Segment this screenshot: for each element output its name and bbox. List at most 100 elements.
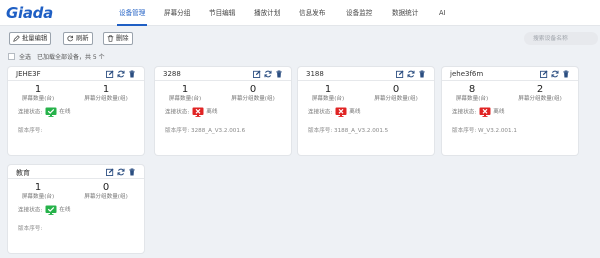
connection-status: 连接状态: 离线 (452, 107, 504, 117)
trash-icon[interactable] (128, 70, 136, 78)
giada-logo[interactable]: Giada (6, 4, 53, 22)
version-value: W_V3.2.001.1 (478, 128, 517, 134)
tab-device-management[interactable]: 设备管理 (116, 0, 148, 26)
version-label: 版本序号: (18, 226, 43, 232)
refresh-icon[interactable] (117, 168, 125, 176)
group-count-label: 屏幕分组数量(组) (374, 96, 418, 102)
search-input[interactable] (524, 32, 598, 45)
version-row: 版本序号: 3188_A_V3.2.001.5 (308, 126, 388, 134)
screen-count-stat: 1 屏幕数量(台) (298, 84, 358, 103)
select-all-row: 全选 已加载全部设备，共 5 个 (8, 52, 105, 62)
trash-icon (107, 35, 114, 42)
tab-device-monitor[interactable]: 设备监控 (346, 0, 372, 26)
delete-button[interactable]: 删除 (103, 32, 133, 45)
group-count-value: 2 (536, 84, 544, 95)
connection-status-label: 连接状态: (308, 109, 333, 116)
refresh-label: 刷新 (76, 35, 89, 42)
device-card[interactable]: 教育 1 屏幕数量(台) 0 屏幕分组数量(组) 连接状态: 在线 版本序号: (8, 165, 144, 253)
refresh-icon[interactable] (407, 70, 415, 78)
group-count-stat: 1 屏幕分组数量(组) (76, 84, 136, 103)
tab-screen-groups[interactable]: 屏幕分组 (164, 0, 190, 26)
edit-icon (13, 35, 20, 42)
device-card[interactable]: 3288 1 屏幕数量(台) 0 屏幕分组数量(组) 连接状态: 离线 版本序号: 3288_… (155, 67, 291, 155)
card-divider (298, 80, 434, 81)
version-label: 版本序号: (308, 128, 333, 134)
connection-status: 连接状态: 离线 (165, 107, 217, 117)
card-actions (106, 168, 136, 177)
group-count-label: 屏幕分组数量(组) (84, 194, 128, 200)
status-text: 在线 (59, 207, 71, 213)
connection-status-label: 连接状态: (18, 207, 43, 214)
screen-count-label: 屏幕数量(台) (21, 96, 55, 102)
tab-info-publish[interactable]: 信息发布 (299, 0, 325, 26)
card-actions (396, 70, 426, 79)
screen-count-value: 1 (324, 84, 332, 95)
screen-count-value: 1 (181, 84, 189, 95)
monitor-offline-icon (192, 107, 204, 117)
refresh-icon[interactable] (117, 70, 125, 78)
loaded-message: 已加载全部设备，共 5 个 (37, 54, 105, 61)
device-name: 3188 (306, 70, 324, 78)
device-name: jehe3f6m (450, 70, 484, 78)
tab-statistics[interactable]: 数据统计 (392, 0, 418, 26)
group-count-stat: 0 屏幕分组数量(组) (366, 84, 426, 103)
version-value: 3288_A_V3.2.001.6 (191, 128, 246, 134)
version-label: 版本序号: (452, 128, 477, 134)
version-row: 版本序号: 3288_A_V3.2.001.6 (165, 126, 245, 134)
version-row: 版本序号: (18, 126, 42, 134)
version-value: 3188_A_V3.2.001.5 (334, 128, 389, 134)
group-count-value: 0 (392, 84, 400, 95)
device-card[interactable]: 3188 1 屏幕数量(台) 0 屏幕分组数量(组) 连接状态: 离线 版本序号: 3188_… (298, 67, 434, 155)
version-label: 版本序号: (18, 128, 43, 134)
group-count-value: 1 (102, 84, 110, 95)
edit-icon[interactable] (540, 70, 548, 78)
device-card[interactable]: JEHE3F 1 屏幕数量(台) 1 屏幕分组数量(组) 连接状态: 在线 版本序号: (8, 67, 144, 155)
top-bar: Giada 设备管理 屏幕分组 节目编辑 播放计划 信息发布 设备监控 数据统计… (0, 0, 600, 26)
status-text: 离线 (349, 109, 361, 115)
version-row: 版本序号: (18, 224, 42, 232)
edit-icon[interactable] (253, 70, 261, 78)
edit-icon[interactable] (106, 70, 114, 78)
trash-icon[interactable] (562, 70, 570, 78)
screen-count-label: 屏幕数量(台) (311, 96, 345, 102)
group-count-stat: 2 屏幕分组数量(组) (510, 84, 570, 103)
select-all-checkbox[interactable] (8, 53, 15, 60)
monitor-online-icon (45, 205, 57, 215)
card-actions (253, 70, 283, 79)
tab-program-editing[interactable]: 节目编辑 (209, 0, 235, 26)
status-text: 离线 (493, 109, 505, 115)
delete-label: 删除 (116, 35, 129, 42)
tab-play-plan[interactable]: 播放计划 (254, 0, 280, 26)
batch-edit-button[interactable]: 批量编辑 (9, 32, 52, 45)
tab-ai[interactable]: AI (439, 0, 445, 26)
screen-count-stat: 1 屏幕数量(台) (155, 84, 215, 103)
refresh-icon[interactable] (551, 70, 559, 78)
edit-icon[interactable] (396, 70, 404, 78)
trash-icon[interactable] (275, 70, 283, 78)
connection-status-label: 连接状态: (18, 109, 43, 116)
connection-status-label: 连接状态: (452, 109, 477, 116)
status-text: 在线 (59, 109, 71, 115)
edit-icon[interactable] (106, 168, 114, 176)
screen-count-stat: 1 屏幕数量(台) (8, 182, 68, 201)
refresh-button[interactable]: 刷新 (63, 32, 93, 45)
refresh-icon[interactable] (264, 70, 272, 78)
connection-status: 连接状态: 离线 (308, 107, 360, 117)
batch-edit-label: 批量编辑 (22, 35, 48, 42)
screen-count-value: 1 (34, 84, 42, 95)
version-row: 版本序号: W_V3.2.001.1 (452, 126, 517, 134)
group-count-label: 屏幕分组数量(组) (518, 96, 562, 102)
device-card[interactable]: jehe3f6m 8 屏幕数量(台) 2 屏幕分组数量(组) 连接状态: 离线版本序号: W… (442, 67, 578, 155)
screen-count-stat: 8 屏幕数量(台) (442, 84, 502, 103)
group-count-label: 屏幕分组数量(组) (231, 96, 275, 102)
group-count-stat: 0 屏幕分组数量(组) (76, 182, 136, 201)
screen-count-stat: 1 屏幕数量(台) (8, 84, 68, 103)
connection-status: 连接状态: 在线 (18, 107, 70, 117)
trash-icon[interactable] (418, 70, 426, 78)
status-text: 离线 (206, 109, 218, 115)
group-count-value: 0 (249, 84, 257, 95)
trash-icon[interactable] (128, 168, 136, 176)
card-divider (8, 80, 144, 81)
monitor-offline-icon (479, 107, 491, 117)
card-divider (442, 80, 578, 81)
